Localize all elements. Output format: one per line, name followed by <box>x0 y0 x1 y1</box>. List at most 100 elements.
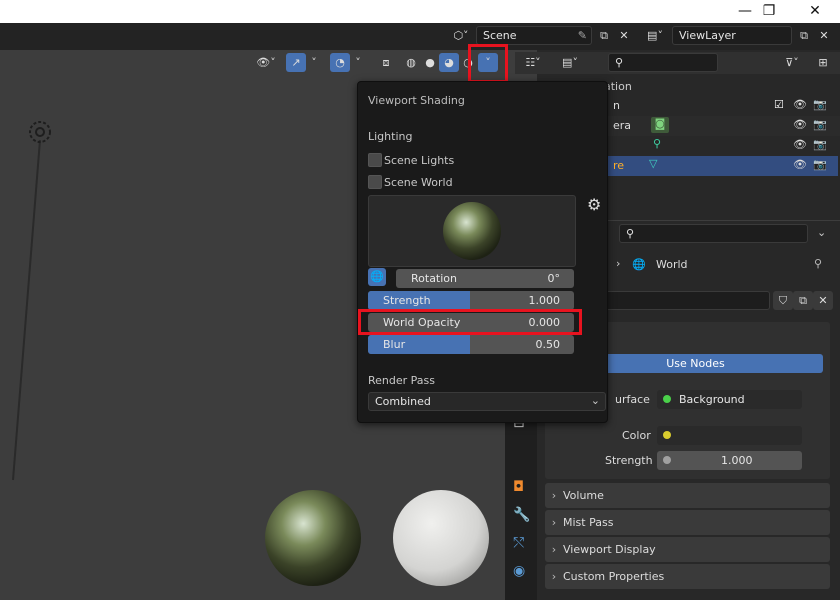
render-camera-icon[interactable]: 📷 <box>813 138 827 151</box>
visibility-eye-icon[interactable]: 👁 <box>793 98 807 111</box>
modifier-tab-icon[interactable]: 🔧 <box>513 507 530 523</box>
gear-icon[interactable]: ⚙ <box>587 195 601 214</box>
blur-label: Blur <box>383 338 406 351</box>
breadcrumb-world: World <box>656 258 688 271</box>
scene-name-label: Scene <box>483 29 517 42</box>
visibility-eye-icon[interactable]: 👁 <box>793 118 807 131</box>
new-viewlayer-icon[interactable]: ⧉ <box>794 26 814 45</box>
scene-world-checkbox[interactable] <box>368 175 382 189</box>
wireframe-shading-icon[interactable]: ◍ <box>401 53 421 72</box>
outliner-row-label: re <box>613 159 625 172</box>
hdri-preview-box[interactable] <box>368 195 576 267</box>
render-camera-icon[interactable]: 📷 <box>813 98 827 111</box>
visibility-eye-icon[interactable]: 👁 <box>793 158 807 171</box>
scene-lights-checkbox[interactable] <box>368 153 382 167</box>
strength-socket-icon <box>663 456 671 464</box>
view-object-types-icon[interactable]: 👁˅ <box>250 53 282 72</box>
scene-selector-icon[interactable]: ⬡˅ <box>448 26 474 45</box>
fake-user-shield-icon[interactable]: ⛉ <box>773 291 793 310</box>
panel-custom-properties[interactable]: › Custom Properties <box>545 564 830 589</box>
rotation-slider[interactable]: Rotation 0° <box>396 269 574 288</box>
duplicate-icon[interactable]: ⧉ <box>793 291 813 310</box>
render-camera-icon[interactable]: 📷 <box>813 158 827 171</box>
world-strength-field[interactable]: 1.000 <box>657 451 802 470</box>
panel-mist-pass-label: Mist Pass <box>563 516 614 529</box>
render-pass-label: Render Pass <box>368 374 435 387</box>
search-icon: ⚲ <box>615 56 624 69</box>
panel-volume[interactable]: › Volume <box>545 483 830 508</box>
close-button[interactable]: ✕ <box>792 0 838 23</box>
maximize-button[interactable]: ❐ <box>746 0 792 23</box>
pin-icon[interactable]: ⚲ <box>814 257 822 270</box>
physics-tab-icon[interactable]: ◉ <box>513 563 525 579</box>
world-opacity-highlight <box>358 309 582 335</box>
strength-slider[interactable]: Strength 1.000 <box>368 291 574 310</box>
render-pass-dropdown[interactable]: Combined ⌄ <box>368 392 606 411</box>
filter-view-icon[interactable]: ▤˅ <box>554 53 586 72</box>
strength-label: Strength <box>383 294 431 307</box>
light-data-icon[interactable]: ⚲ <box>653 137 661 150</box>
rotation-value: 0° <box>547 272 561 285</box>
light-icon[interactable] <box>29 121 51 143</box>
viewlayer-selector-icon[interactable]: ▤˅ <box>641 26 669 45</box>
surface-shader-value: Background <box>679 393 745 406</box>
mesh-data-icon[interactable]: ▽ <box>649 157 657 170</box>
render-camera-icon[interactable]: 📷 <box>813 118 827 131</box>
blur-slider[interactable]: Blur 0.50 <box>368 335 574 354</box>
viewlayer-label: ViewLayer <box>679 29 736 42</box>
object-tab-icon[interactable]: ◘ <box>513 479 524 495</box>
scene-world-label: Scene World <box>384 176 453 189</box>
shading-dropdown-highlight <box>468 44 508 83</box>
shader-socket-icon <box>663 395 671 403</box>
new-scene-icon[interactable]: ⧉ <box>594 26 614 45</box>
delete-scene-icon[interactable]: ✕ <box>614 26 634 45</box>
panel-mist-pass[interactable]: › Mist Pass <box>545 510 830 535</box>
solid-shading-icon[interactable]: ● <box>420 53 440 72</box>
properties-search-input[interactable]: ⚲ <box>619 224 808 243</box>
properties-options-icon[interactable]: ⌄ <box>817 226 826 239</box>
delete-viewlayer-icon[interactable]: ✕ <box>814 26 834 45</box>
light-center-icon <box>35 127 45 137</box>
material-preview-shading-icon[interactable]: ◕ <box>439 53 459 72</box>
world-space-lighting-icon[interactable]: 🌐 <box>368 268 386 286</box>
outliner-header: ☷˅ ▤˅ ⚲ ⊽˅ ⊞ <box>515 52 840 74</box>
filter-icon[interactable]: ⊽˅ <box>776 53 808 72</box>
outliner-row-label: n <box>613 99 620 112</box>
particles-tab-icon[interactable]: ⤲ <box>513 535 524 551</box>
exclude-checkbox-icon[interactable]: ☑ <box>774 98 784 111</box>
xray-icon[interactable]: ⧈ <box>376 53 396 72</box>
world-strength-label: Strength <box>605 454 653 467</box>
scene-lights-label: Scene Lights <box>384 154 455 167</box>
world-name-field[interactable] <box>600 291 770 310</box>
camera-data-icon[interactable]: ◙ <box>651 117 669 133</box>
light-line <box>12 139 41 481</box>
panel-custom-properties-label: Custom Properties <box>563 570 665 583</box>
strength-value: 1.000 <box>528 294 561 307</box>
visibility-eye-icon[interactable]: 👁 <box>793 138 807 151</box>
viewlayer-field[interactable]: ViewLayer <box>672 26 792 45</box>
outliner-search-input[interactable]: ⚲ <box>608 53 718 72</box>
gizmo-toggle-icon[interactable]: ↗ <box>286 53 306 72</box>
hdri-sphere[interactable] <box>265 490 361 586</box>
panel-volume-label: Volume <box>563 489 604 502</box>
surface-shader-field[interactable]: Background <box>657 390 802 409</box>
lighting-heading: Lighting <box>368 130 413 143</box>
world-strength-value: 1.000 <box>721 454 753 467</box>
render-pass-value: Combined <box>375 395 431 408</box>
gizmo-dropdown-icon[interactable]: ˅ <box>306 53 322 72</box>
unlink-icon[interactable]: ✕ <box>813 291 833 310</box>
overlays-toggle-icon[interactable]: ◔ <box>330 53 350 72</box>
diffuse-sphere[interactable] <box>393 490 489 586</box>
panel-viewport-display[interactable]: › Viewport Display <box>545 537 830 562</box>
color-label: Color <box>622 429 651 442</box>
color-field[interactable] <box>657 426 802 445</box>
new-collection-icon[interactable]: ⊞ <box>813 53 833 72</box>
top-bar: ⬡˅ Scene ✎ ⧉ ✕ ▤˅ ViewLayer ⧉ ✕ <box>0 23 840 50</box>
scene-name-field[interactable]: Scene ✎ <box>476 26 592 45</box>
pin-icon[interactable]: ✎ <box>578 27 587 44</box>
overlays-dropdown-icon[interactable]: ˅ <box>350 53 366 72</box>
display-mode-icon[interactable]: ☷˅ <box>517 53 549 72</box>
outliner-root-label: ation <box>604 80 632 93</box>
search-icon: ⚲ <box>626 227 635 240</box>
blur-value: 0.50 <box>535 338 561 351</box>
